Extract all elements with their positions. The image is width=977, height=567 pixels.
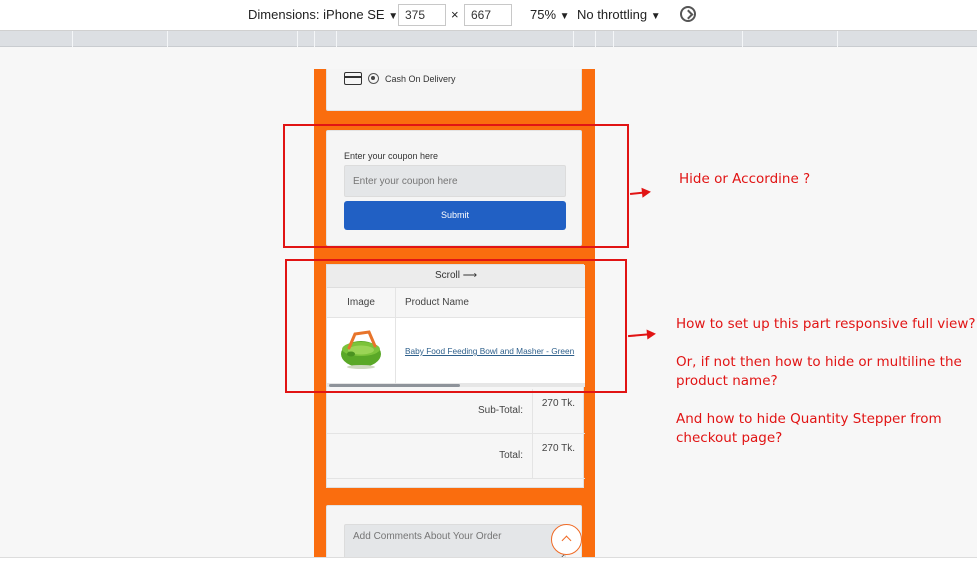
media-query-ruler[interactable]: [0, 31, 977, 47]
annotation-note-2-line-4: And how to hide Quantity Stepper from: [676, 411, 942, 427]
ruler-tick: [613, 31, 614, 47]
times-sign: ×: [451, 7, 459, 22]
chevron-down-icon: ▼: [650, 11, 661, 22]
ruler-tick: [314, 31, 315, 47]
ruler-tick: [573, 31, 574, 47]
dimensions-label: Dimensions: iPhone SE: [248, 7, 385, 22]
chevron-down-icon: ▼: [388, 11, 399, 22]
subtotal-row: Sub-Total: 270 Tk.: [327, 389, 585, 434]
comments-card: [326, 505, 582, 557]
radio-button[interactable]: [368, 73, 379, 84]
ruler-tick: [167, 31, 168, 47]
divider: [532, 389, 533, 434]
total-row: Total: 270 Tk.: [327, 434, 585, 479]
divider: [532, 434, 533, 479]
payment-option-cod[interactable]: Cash On Delivery: [344, 72, 456, 85]
throttling-label: No throttling: [577, 7, 648, 22]
annotation-note-2-line-3: product name?: [676, 373, 778, 389]
annotation-note-2-line-1: How to set up this part responsive full …: [676, 316, 976, 332]
ruler-tick: [72, 31, 73, 47]
scroll-to-top-icon[interactable]: [551, 524, 582, 555]
zoom-label: 75%: [530, 7, 557, 22]
bottom-panel-edge: [0, 557, 977, 567]
subtotal-label: Sub-Total:: [477, 405, 523, 416]
ruler-tick: [742, 31, 743, 47]
ruler-tick: [837, 31, 838, 47]
viewport-canvas: Cash On Delivery Enter your coupon here …: [0, 47, 977, 557]
ruler-tick: [297, 31, 298, 47]
dimensions-dropdown[interactable]: Dimensions: iPhone SE ▼: [248, 7, 398, 22]
chevron-down-icon: ▼: [559, 11, 570, 22]
annotation-arrow: [629, 191, 650, 195]
credit-card-icon: [344, 72, 362, 85]
ruler-tick: [336, 31, 337, 47]
rotate-icon[interactable]: [680, 6, 696, 22]
annotation-note-2-line-2: Or, if not then how to hide or multiline…: [676, 354, 962, 370]
annotation-box-coupon: [283, 124, 629, 248]
width-input[interactable]: [398, 4, 446, 26]
device-toolbar: Dimensions: iPhone SE ▼ × 75% ▼ No throt…: [0, 0, 977, 31]
throttling-dropdown[interactable]: No throttling ▼: [577, 7, 661, 22]
payment-method-label: Cash On Delivery: [385, 73, 456, 84]
zoom-dropdown[interactable]: 75% ▼: [530, 7, 570, 22]
annotation-note-1: Hide or Accordine ?: [679, 171, 811, 187]
annotation-arrow: [627, 332, 655, 338]
annotation-note-2-line-5: checkout page?: [676, 430, 783, 446]
ruler-tick: [595, 31, 596, 47]
height-input[interactable]: [464, 4, 512, 26]
annotation-box-table: [285, 259, 627, 393]
total-value: 270 Tk.: [541, 443, 575, 454]
payment-method-card: Cash On Delivery: [326, 69, 582, 111]
total-label: Total:: [499, 450, 523, 461]
subtotal-value: 270 Tk.: [541, 398, 575, 409]
order-comments-input[interactable]: [344, 524, 566, 557]
